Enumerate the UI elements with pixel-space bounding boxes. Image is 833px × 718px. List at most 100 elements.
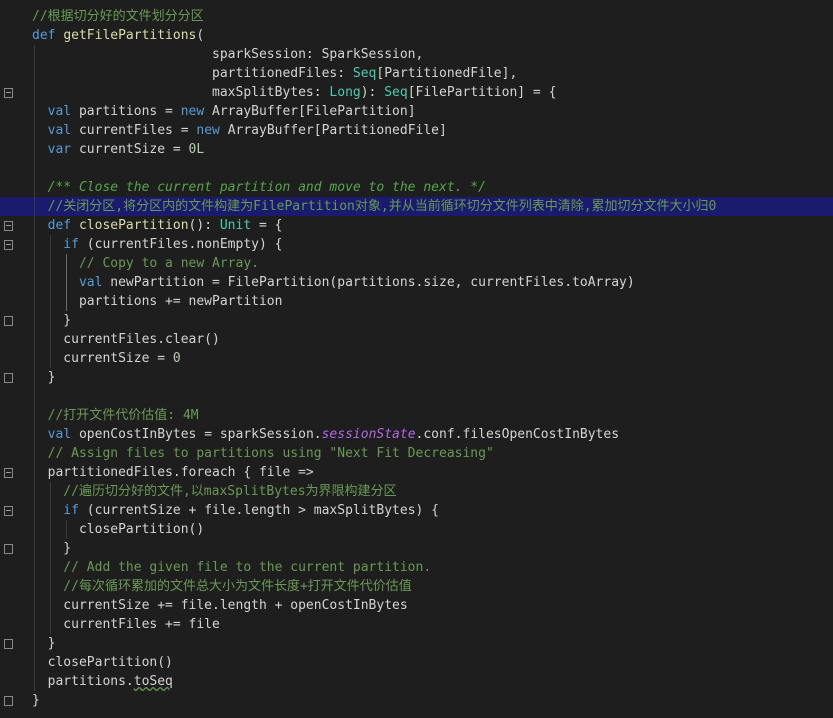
code-token: new — [196, 123, 228, 138]
code-line-text: if (currentSize + file.length > maxSplit… — [32, 501, 439, 520]
code-line[interactable]: /** Close the current partition and move… — [0, 178, 833, 197]
code-token: partitionedFiles.foreach { file => — [32, 465, 314, 480]
code-line-text: closePartition() — [32, 653, 173, 672]
code-line-text: //打开文件代价估值: 4M — [32, 406, 199, 425]
code-line[interactable]: closePartition() — [0, 520, 833, 539]
code-line[interactable]: partitionedFiles.foreach { file => — [0, 463, 833, 482]
code-token: val — [32, 104, 79, 119]
code-token: partitionedFiles: — [32, 66, 353, 81]
code-line-text: currentFiles += file — [32, 615, 220, 634]
code-line[interactable]: sparkSession: SparkSession, — [0, 45, 833, 64]
code-token: //遍历切分好的文件,以maxSplitBytes为界限构建分区 — [32, 484, 397, 499]
code-token: def — [32, 218, 79, 233]
code-line-text: val openCostInBytes = sparkSession.sessi… — [32, 425, 619, 444]
code-token: , — [415, 47, 424, 62]
code-token: sparkSession: — [32, 47, 322, 62]
code-line[interactable] — [0, 387, 833, 406]
code-line[interactable]: currentSize += file.length + openCostInB… — [0, 596, 833, 615]
code-line[interactable]: } — [0, 691, 833, 710]
code-line[interactable]: //遍历切分好的文件,以maxSplitBytes为界限构建分区 — [0, 482, 833, 501]
code-token: closePartition — [78, 218, 189, 233]
code-line[interactable]: val newPartition = FilePartition(partiti… — [0, 273, 833, 292]
code-token: Seq — [384, 85, 408, 100]
code-token: sessionState — [321, 427, 416, 442]
code-line-text: maxSplitBytes: Long): Seq[FilePartition]… — [32, 83, 556, 102]
code-token: (currentSize + file.length > maxSplitByt… — [86, 503, 439, 518]
code-token: = { — [251, 218, 283, 233]
code-line[interactable]: // Assign files to partitions using "Nex… — [0, 444, 833, 463]
code-area[interactable]: //根据切分好的文件划分分区 def getFilePartitions( spa… — [0, 0, 833, 718]
code-line[interactable]: } — [0, 311, 833, 330]
code-line-text: } — [32, 691, 40, 710]
code-line[interactable]: } — [0, 368, 833, 387]
code-line[interactable]: if (currentSize + file.length > maxSplit… — [0, 501, 833, 520]
code-token: if — [32, 237, 87, 252]
code-line[interactable]: //根据切分好的文件划分分区 — [0, 7, 833, 26]
code-line[interactable]: // Copy to a new Array. — [0, 254, 833, 273]
code-line[interactable]: if (currentFiles.nonEmpty) { — [0, 235, 833, 254]
code-token: new — [180, 104, 213, 119]
code-token: getFilePartitions — [63, 28, 197, 43]
code-token: //每次循环累加的文件总大小为文件长度+打开文件代价估值 — [32, 579, 412, 594]
code-line-text: } — [32, 634, 56, 653]
code-line[interactable]: partitionedFiles: Seq[PartitionedFile], — [0, 64, 833, 83]
code-line-text: // Assign files to partitions using "Nex… — [32, 444, 494, 463]
code-line[interactable]: //关闭分区,将分区内的文件构建为FilePartition对象,并从当前循环切… — [0, 197, 833, 216]
code-line-text: def getFilePartitions( — [32, 26, 204, 45]
code-token: if — [32, 503, 87, 518]
code-line[interactable]: var currentSize = 0L — [0, 140, 833, 159]
code-line[interactable]: currentFiles += file — [0, 615, 833, 634]
code-token: (currentFiles.nonEmpty) { — [86, 237, 283, 252]
code-token: Seq — [352, 66, 377, 81]
code-line-text: if (currentFiles.nonEmpty) { — [32, 235, 282, 254]
code-line[interactable]: //打开文件代价估值: 4M — [0, 406, 833, 425]
code-line-text: //根据切分好的文件划分分区 — [32, 7, 204, 26]
code-token: ArrayBuffer[PartitionedFile] — [227, 123, 447, 138]
code-token: // Assign files to partitions using "Nex… — [32, 446, 494, 461]
code-line-text: currentSize = 0 — [32, 349, 180, 368]
code-line[interactable]: } — [0, 634, 833, 653]
code-token: [FilePartition] = { — [407, 85, 557, 100]
code-line[interactable]: currentFiles.clear() — [0, 330, 833, 349]
code-line-text: closePartition() — [32, 520, 204, 539]
code-line-text: //遍历切分好的文件,以maxSplitBytes为界限构建分区 — [32, 482, 397, 501]
code-token: partitions = — [78, 104, 181, 119]
code-token: } — [32, 636, 56, 651]
code-token: currentSize = — [32, 351, 173, 366]
code-line[interactable]: closePartition() — [0, 653, 833, 672]
code-line[interactable]: // Add the given file to the current par… — [0, 558, 833, 577]
code-token: ArrayBuffer[FilePartition] — [212, 104, 416, 119]
code-editor[interactable]: //根据切分好的文件划分分区 def getFilePartitions( spa… — [0, 0, 833, 718]
code-line[interactable]: val openCostInBytes = sparkSession.sessi… — [0, 425, 833, 444]
code-line-text: val newPartition = FilePartition(partiti… — [32, 273, 635, 292]
indent-guide — [50, 482, 51, 634]
code-line-text: // Add the given file to the current par… — [32, 558, 431, 577]
code-token: [PartitionedFile], — [376, 66, 518, 81]
code-line[interactable]: } — [0, 539, 833, 558]
code-line[interactable]: currentSize = 0 — [0, 349, 833, 368]
code-token: val — [32, 275, 111, 290]
code-token: ): — [360, 85, 385, 100]
code-line[interactable] — [0, 159, 833, 178]
code-token: //根据切分好的文件划分分区 — [32, 9, 204, 24]
code-line[interactable]: maxSplitBytes: Long): Seq[FilePartition]… — [0, 83, 833, 102]
code-line-text: /** Close the current partition and move… — [32, 178, 486, 197]
code-line-text: val partitions = new ArrayBuffer[FilePar… — [32, 102, 416, 121]
code-line[interactable]: val partitions = new ArrayBuffer[FilePar… — [0, 102, 833, 121]
code-line[interactable]: partitions.toSeq — [0, 672, 833, 691]
code-line-text: } — [32, 539, 71, 558]
code-line-text: //关闭分区,将分区内的文件构建为FilePartition对象,并从当前循环切… — [32, 197, 717, 216]
code-line[interactable]: def closePartition(): Unit = { — [0, 216, 833, 235]
code-line[interactable]: //每次循环累加的文件总大小为文件长度+打开文件代价估值 — [0, 577, 833, 596]
code-line-text: } — [32, 311, 71, 330]
code-token: } — [32, 370, 56, 385]
code-line-text: var currentSize = 0L — [32, 140, 205, 159]
code-token: closePartition() — [32, 522, 205, 537]
code-token: (): — [188, 218, 220, 233]
code-line[interactable]: def getFilePartitions( — [0, 26, 833, 45]
code-line[interactable]: val currentFiles = new ArrayBuffer[Parti… — [0, 121, 833, 140]
code-line[interactable]: partitions += newPartition — [0, 292, 833, 311]
code-line-text: val currentFiles = new ArrayBuffer[Parti… — [32, 121, 447, 140]
code-line-text: //每次循环累加的文件总大小为文件长度+打开文件代价估值 — [32, 577, 412, 596]
code-line-text: currentFiles.clear() — [32, 330, 220, 349]
